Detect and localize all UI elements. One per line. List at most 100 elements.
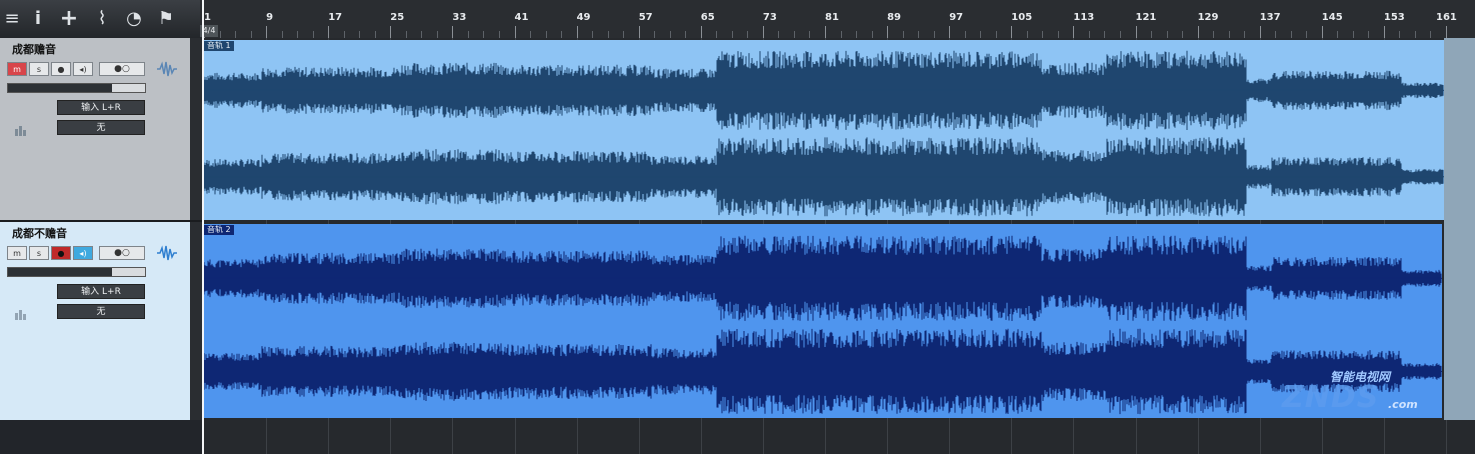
- mute-button[interactable]: m: [7, 62, 27, 76]
- beat-tick: [561, 31, 563, 38]
- add-icon[interactable]: +: [57, 7, 81, 31]
- track-name[interactable]: 成都不赡音: [12, 225, 67, 241]
- beat-tick: [1213, 31, 1215, 38]
- meter-icon[interactable]: [14, 124, 28, 136]
- bar-tick: [700, 26, 702, 38]
- beat-tick: [297, 31, 299, 38]
- track-header-1[interactable]: 成都赡音 m s ● ◂) ●○ 输入 L+R 无: [0, 38, 190, 220]
- beat-tick: [530, 31, 532, 38]
- beat-tick: [1088, 31, 1090, 38]
- beat-tick: [980, 31, 982, 38]
- beat-tick: [669, 31, 671, 38]
- record-arm-button[interactable]: ●: [51, 246, 71, 260]
- beat-tick: [654, 31, 656, 38]
- beat-tick: [809, 31, 811, 38]
- input-select[interactable]: 输入 L+R: [57, 284, 145, 299]
- beat-tick: [281, 31, 283, 38]
- bar-number: 113: [1073, 12, 1095, 23]
- bar-tick: [390, 26, 392, 38]
- bar-number: 145: [1321, 12, 1343, 23]
- beat-tick: [1166, 31, 1168, 38]
- bar-number: 41: [514, 12, 529, 23]
- waveform-icon[interactable]: [157, 61, 177, 77]
- beat-tick: [1399, 31, 1401, 38]
- beat-tick: [747, 31, 749, 38]
- channel-mode-button[interactable]: ●○: [99, 62, 145, 76]
- beat-tick: [235, 31, 237, 38]
- beat-tick: [1414, 31, 1416, 38]
- mute-button[interactable]: m: [7, 246, 27, 260]
- bar-number: 129: [1197, 12, 1219, 23]
- meter-icon[interactable]: [14, 308, 28, 320]
- beat-tick: [685, 31, 687, 38]
- watermark-suffix-text: .com: [1388, 398, 1418, 411]
- bar-number: 89: [887, 12, 902, 23]
- bar-number: 121: [1135, 12, 1157, 23]
- beat-tick: [964, 31, 966, 38]
- beat-tick: [405, 31, 407, 38]
- waveform: [202, 50, 1444, 217]
- bar-number: 33: [452, 12, 467, 23]
- event-label: 音轨 2: [204, 225, 234, 235]
- solo-button[interactable]: s: [29, 246, 49, 260]
- volume-fader[interactable]: [7, 267, 146, 277]
- bar-tick: [1197, 26, 1199, 38]
- output-select[interactable]: 无: [57, 304, 145, 319]
- beat-tick: [592, 31, 594, 38]
- audio-event-1[interactable]: 音轨 1: [202, 40, 1444, 220]
- beat-tick: [467, 31, 469, 38]
- beat-tick: [856, 31, 858, 38]
- beat-tick: [545, 31, 547, 38]
- tempo-icon[interactable]: ◔: [122, 7, 146, 31]
- beat-tick: [498, 31, 500, 38]
- beat-tick: [1306, 31, 1308, 38]
- beat-tick: [1182, 31, 1184, 38]
- divider: [190, 220, 202, 222]
- beat-tick: [1151, 31, 1153, 38]
- bar-number: 17: [328, 12, 343, 23]
- bar-number: 57: [638, 12, 653, 23]
- automation-icon[interactable]: ⌇: [90, 7, 114, 31]
- beat-tick: [1430, 31, 1432, 38]
- marker-icon[interactable]: ⚑: [154, 7, 178, 31]
- beat-tick: [1042, 31, 1044, 38]
- bar-tick: [638, 26, 640, 38]
- track-name[interactable]: 成都赡音: [12, 41, 56, 57]
- beat-tick: [1228, 31, 1230, 38]
- solo-button[interactable]: s: [29, 62, 49, 76]
- beat-tick: [1275, 31, 1277, 38]
- input-select[interactable]: 输入 L+R: [57, 100, 145, 115]
- beat-tick: [483, 31, 485, 38]
- beat-tick: [918, 31, 920, 38]
- record-arm-button[interactable]: ●: [51, 62, 71, 76]
- beat-tick: [1337, 31, 1339, 38]
- audio-event-2[interactable]: 音轨 2: [202, 224, 1442, 418]
- timeline-ruler[interactable]: 1 9 17 25 33 41 49 57 65 73 81 89 97 105 113 121 129 137 1…: [200, 0, 1475, 39]
- beat-tick: [1244, 31, 1246, 38]
- bar-tick: [887, 26, 889, 38]
- track-header-2[interactable]: 成都不赡音 m s ● ◂) ●○ 输入 L+R 无: [0, 222, 190, 420]
- beat-tick: [933, 31, 935, 38]
- beat-tick: [312, 31, 314, 38]
- beat-tick: [1026, 31, 1028, 38]
- bar-tick: [1446, 26, 1447, 38]
- beat-tick: [436, 31, 438, 38]
- channel-mode-button[interactable]: ●○: [99, 246, 145, 260]
- waveform-icon[interactable]: [157, 245, 177, 261]
- menu-icon[interactable]: ≡: [0, 7, 24, 31]
- bar-tick: [949, 26, 951, 38]
- monitor-button[interactable]: ◂): [73, 62, 93, 76]
- info-icon[interactable]: i: [26, 7, 50, 31]
- volume-fader[interactable]: [7, 83, 146, 93]
- beat-tick: [716, 31, 718, 38]
- bar-number: 49: [576, 12, 591, 23]
- beat-tick: [374, 31, 376, 38]
- monitor-button[interactable]: ◂): [73, 246, 93, 260]
- playhead-cursor[interactable]: [202, 0, 204, 454]
- beat-tick: [607, 31, 609, 38]
- bar-tick: [328, 26, 330, 38]
- output-select[interactable]: 无: [57, 120, 145, 135]
- beat-tick: [219, 31, 221, 38]
- bar-number: 1: [204, 12, 211, 23]
- bar-number: 81: [825, 12, 839, 23]
